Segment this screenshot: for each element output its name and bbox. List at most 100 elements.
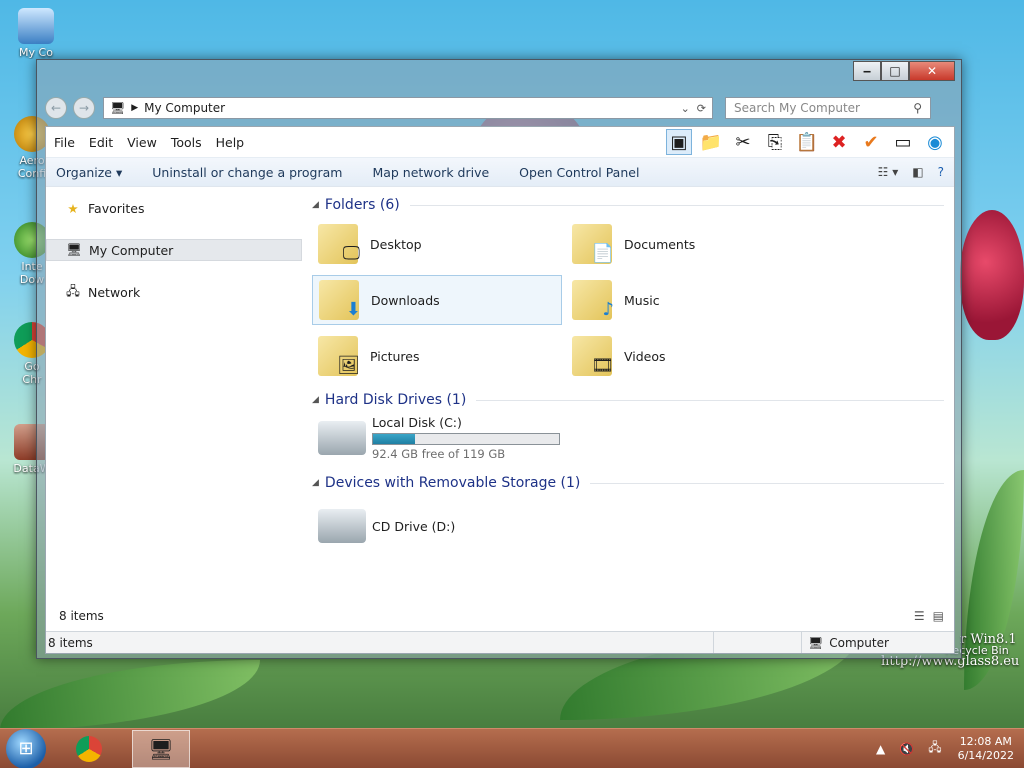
view-controls: ☷ ▾ ◧ ? <box>864 165 954 179</box>
star-icon: ★ <box>67 200 79 216</box>
disk-usage-fill <box>373 434 415 444</box>
music-note-icon: ♪ <box>572 280 614 320</box>
desktop-icon-my-computer[interactable]: My Co <box>4 8 68 59</box>
folder-music[interactable]: ♪ Music <box>566 275 816 325</box>
cut-icon[interactable]: ✂ <box>730 129 756 155</box>
folder-downloads[interactable]: ⬇ Downloads <box>312 275 562 325</box>
folder-documents[interactable]: 📄 Documents <box>566 219 816 269</box>
group-header-removable-storage[interactable]: ◢ Devices with Removable Storage (1) <box>312 475 944 491</box>
nav-item-favorites[interactable]: ★ Favorites <box>64 197 144 219</box>
properties-icon[interactable]: ▭ <box>890 129 916 155</box>
monitor-icon: 🖵 <box>318 224 360 264</box>
maximize-button[interactable]: □ <box>881 61 909 81</box>
clock-time: 12:08 AM <box>959 734 1012 748</box>
paste-icon[interactable]: 📋 <box>794 129 820 155</box>
layout-pane-icon[interactable]: ▣ <box>666 129 692 155</box>
navigation-pane: ★ Favorites 🖥 My Computer 🖧 Network <box>46 187 304 597</box>
menu-bar: File Edit View Tools Help ▣ 📁 ✂ ⎘ 📋 ✖ ✔ … <box>46 127 954 157</box>
show-hidden-icons-icon[interactable]: ▲ <box>876 742 885 756</box>
cd-drive-icon <box>318 509 366 543</box>
delete-icon[interactable]: ✖ <box>826 129 852 155</box>
open-control-panel-button[interactable]: Open Control Panel <box>519 165 639 180</box>
help-icon[interactable]: ? <box>938 165 944 179</box>
explorer-content: File Edit View Tools Help ▣ 📁 ✂ ⎘ 📋 ✖ ✔ … <box>45 126 955 654</box>
computer-icon: 🖥 <box>66 242 82 257</box>
refresh-icon[interactable]: ⌄ ⟳ <box>681 102 706 115</box>
breadcrumb-chevron-icon: ▶ <box>131 103 139 113</box>
nav-item-network[interactable]: 🖧 Network <box>64 281 140 303</box>
menu-edit[interactable]: Edit <box>89 135 113 150</box>
computer-icon: 🖥 <box>808 635 824 650</box>
volume-muted-icon[interactable]: 🔇 <box>899 742 914 756</box>
search-input[interactable]: Search My Computer ⚲ <box>725 97 931 119</box>
menu-help[interactable]: Help <box>216 135 245 150</box>
map-network-drive-button[interactable]: Map network drive <box>372 165 489 180</box>
copy-icon[interactable]: ⎘ <box>762 129 788 155</box>
drive-local-disk-c[interactable]: Local Disk (C:) 92.4 GB free of 119 GB <box>312 413 572 463</box>
computer-icon <box>18 8 54 44</box>
watermark-line1: r Win8.1 <box>960 632 1017 647</box>
minimize-button[interactable]: ‒ <box>853 61 881 81</box>
explorer-window: ‒ □ ✕ ← → 🖥 ▶ My Computer ⌄ ⟳ Search My … <box>36 59 962 659</box>
address-row: ← → 🖥 ▶ My Computer ⌄ ⟳ Search My Comput… <box>45 96 955 120</box>
details-pane: 8 items ☰ ▤ <box>46 603 954 629</box>
status-bar: 8 items 🖥 Computer <box>46 631 954 653</box>
leaf <box>0 660 260 730</box>
disk-free-text: 92.4 GB free of 119 GB <box>372 447 506 461</box>
forward-button[interactable]: → <box>73 97 95 119</box>
computer-icon: 🖥 <box>148 736 174 761</box>
caption-buttons: ‒ □ ✕ <box>853 61 955 81</box>
clock[interactable]: 12:08 AM 6/14/2022 <box>958 735 1014 763</box>
disk-usage-bar <box>372 433 560 445</box>
uninstall-program-button[interactable]: Uninstall or change a program <box>152 165 342 180</box>
view-options-icon[interactable]: ☷ ▾ <box>878 165 899 179</box>
details-view-icon[interactable]: ☰ <box>914 609 925 623</box>
file-list: ◢ Folders (6) 🖵 Desktop 📄 Documents ⬇ Do… <box>308 187 948 597</box>
back-button[interactable]: ← <box>45 97 67 119</box>
toolbar-icons: ▣ 📁 ✂ ⎘ 📋 ✖ ✔ ▭ ◉ <box>660 129 954 155</box>
status-location: Computer <box>829 635 889 650</box>
checkmark-icon[interactable]: ✔ <box>858 129 884 155</box>
large-icons-view-icon[interactable]: ▤ <box>933 609 944 623</box>
group-header-hard-disk-drives[interactable]: ◢ Hard Disk Drives (1) <box>312 392 944 408</box>
folder-options-icon[interactable]: 📁 <box>698 129 724 155</box>
organize-button[interactable]: Organize ▾ <box>56 165 122 180</box>
globe-icon[interactable]: ◉ <box>922 129 948 155</box>
system-tray: ▲ 🔇 🖧 12:08 AM 6/14/2022 <box>862 735 1024 763</box>
film-icon: 🎞 <box>572 336 614 376</box>
clock-date: 6/14/2022 <box>957 748 1014 762</box>
collapse-triangle-icon: ◢ <box>312 200 319 210</box>
document-icon: 📄 <box>572 224 614 264</box>
hard-drive-icon <box>318 421 366 455</box>
taskbar-explorer-button[interactable]: 🖥 <box>132 729 190 768</box>
details-item-count: 8 items <box>59 609 104 623</box>
folder-desktop[interactable]: 🖵 Desktop <box>312 219 562 269</box>
status-item-count: 8 items <box>48 635 93 650</box>
tulip-bloom <box>960 210 1024 340</box>
command-bar: Organize ▾ Uninstall or change a program… <box>46 157 954 187</box>
picture-icon: 🖼 <box>318 336 360 376</box>
folder-videos[interactable]: 🎞 Videos <box>566 331 816 381</box>
menu-tools[interactable]: Tools <box>171 135 202 150</box>
close-button[interactable]: ✕ <box>909 61 955 81</box>
menu-view[interactable]: View <box>127 135 157 150</box>
search-icon: ⚲ <box>913 101 922 115</box>
address-bar[interactable]: 🖥 ▶ My Computer ⌄ ⟳ <box>103 97 713 119</box>
computer-icon: 🖥 <box>110 101 126 115</box>
network-icon: 🖧 <box>66 282 80 298</box>
drive-cd-d[interactable]: CD Drive (D:) <box>312 501 562 551</box>
taskbar: ⊞ 🖥 ▲ 🔇 🖧 12:08 AM 6/14/2022 <box>0 728 1024 768</box>
preview-pane-icon[interactable]: ◧ <box>912 165 923 179</box>
collapse-triangle-icon: ◢ <box>312 478 319 488</box>
taskbar-chrome-button[interactable] <box>60 730 118 768</box>
breadcrumb-my-computer[interactable]: My Computer <box>144 101 225 115</box>
download-arrow-icon: ⬇ <box>319 280 361 320</box>
menu-file[interactable]: File <box>54 135 75 150</box>
nav-item-my-computer[interactable]: 🖥 My Computer <box>46 239 302 261</box>
folder-pictures[interactable]: 🖼 Pictures <box>312 331 562 381</box>
group-header-folders[interactable]: ◢ Folders (6) <box>312 197 944 213</box>
collapse-triangle-icon: ◢ <box>312 395 319 405</box>
start-button[interactable]: ⊞ <box>6 728 46 768</box>
chrome-icon <box>76 735 102 762</box>
network-icon[interactable]: 🖧 <box>928 738 941 759</box>
